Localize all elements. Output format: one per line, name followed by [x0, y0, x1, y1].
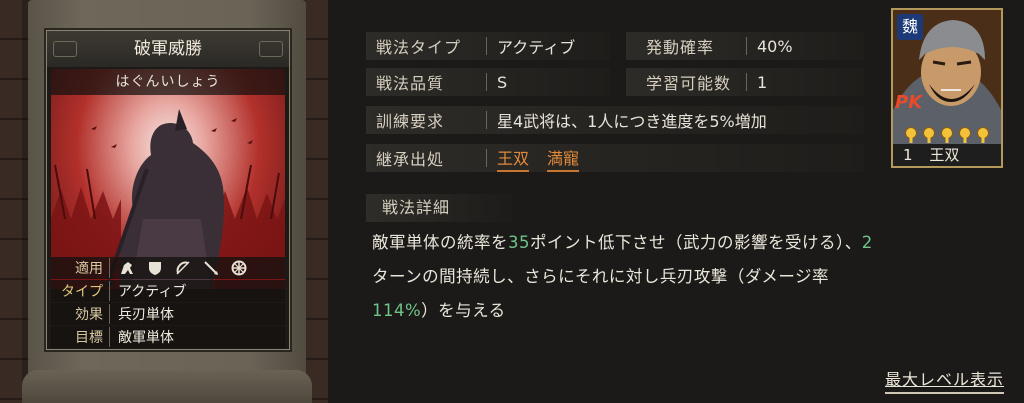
star-rating: [903, 126, 991, 144]
info-train-row: 訓練要求 星4武将は、1人につき進度を5%増加: [366, 106, 864, 134]
general-name-bar: 1 王双: [893, 144, 1001, 166]
info-label: 訓練要求: [376, 112, 445, 131]
skill-card-art: はぐんいしょう: [51, 69, 285, 289]
stat-value: アクティブ: [118, 284, 187, 300]
info-label: 戦法タイプ: [376, 38, 462, 57]
star-icon: [941, 127, 953, 143]
info-label: 継承出処: [376, 150, 445, 169]
separator: [746, 73, 747, 91]
skill-stats: 適用 タイプ アクティブ 効果 兵刃単体 目標 敵軍単体: [51, 257, 285, 349]
max-level-link[interactable]: 最大レベル表示: [884, 366, 1004, 394]
inherit-source-link[interactable]: 王双: [497, 145, 530, 172]
separator: [486, 111, 487, 129]
stat-type: タイプ アクティブ: [51, 280, 285, 302]
stat-value: 敵軍単体: [118, 330, 174, 346]
detail-number: 2: [861, 233, 873, 252]
info-label: 学習可能数: [646, 74, 732, 93]
detail-description: 敵軍単体の統率を35ポイント低下させ（武力の影響を受ける）、2 ターンの間持続し、…: [372, 226, 1012, 328]
info-label: 戦法品質: [376, 74, 445, 93]
star-icon: [977, 127, 989, 143]
stat-label: 効果: [51, 304, 110, 324]
info-inherit-row: 継承出処 王双 満寵: [366, 144, 864, 172]
inherit-source-link[interactable]: 満寵: [547, 145, 580, 172]
separator: [746, 37, 747, 55]
detail-text-segment: ターンの間持続し、さらにそれに対し兵刃攻撃（ダメージ率: [372, 267, 830, 286]
kingdom-badge: 魏: [897, 14, 923, 40]
info-value: 星4武将は、1人につき進度を5%増加: [497, 112, 767, 131]
general-name: 王双: [929, 146, 960, 164]
info-value: アクティブ: [497, 38, 576, 57]
stat-value: 兵刃単体: [118, 307, 174, 323]
unit-icons: [110, 259, 248, 277]
stat-applicable: 適用: [51, 257, 285, 279]
skill-card: 破軍威勝 はぐんいしょう 適用 タイプ アクティブ 効果 兵刃単体 目標 敵軍単…: [46, 30, 290, 350]
stat-label: 目標: [51, 327, 110, 347]
shield-icon: [149, 262, 161, 275]
separator: [486, 149, 487, 167]
info-label: 発動確率: [646, 38, 715, 57]
warrior-illustration: [51, 109, 285, 289]
stat-target: 目標 敵軍単体: [51, 326, 285, 348]
detail-number: 35: [508, 233, 530, 252]
detail-text-segment: 敵軍単体の統率を: [372, 233, 508, 252]
stat-label: 適用: [51, 258, 110, 278]
detail-text-segment: ポイント低下させ（武力の影響を受ける）、: [530, 233, 862, 252]
wheel-icon: [231, 260, 247, 276]
detail-text-segment: ）を与える: [421, 301, 506, 320]
skill-card-title: 破軍威勝: [47, 31, 289, 67]
separator: [486, 37, 487, 55]
skill-reading: はぐんいしょう: [51, 69, 285, 95]
detail-number: 114%: [372, 301, 422, 320]
star-icon: [923, 127, 935, 143]
detail-header: 戦法詳細: [366, 194, 512, 222]
general-level: 1: [903, 146, 913, 164]
info-value: 1: [757, 72, 768, 92]
stat-label: タイプ: [51, 281, 110, 301]
spear-icon: [204, 261, 218, 275]
info-learn-row: 学習可能数 1: [626, 68, 864, 96]
info-value: S: [497, 72, 508, 92]
pk-badge: PK: [895, 92, 923, 113]
bow-icon: [176, 261, 190, 275]
scroll-foot: [22, 370, 312, 403]
info-value: 40%: [757, 36, 793, 56]
star-icon: [905, 127, 917, 143]
info-rate-row: 発動確率 40%: [626, 32, 864, 60]
stat-effect: 効果 兵刃単体: [51, 303, 285, 325]
cavalry-icon: [121, 262, 133, 274]
info-quality-row: 戦法品質 S: [366, 68, 610, 96]
info-type-row: 戦法タイプ アクティブ: [366, 32, 610, 60]
separator: [486, 73, 487, 91]
general-portrait[interactable]: 魏 PK 1 王双: [891, 8, 1003, 168]
star-icon: [959, 127, 971, 143]
